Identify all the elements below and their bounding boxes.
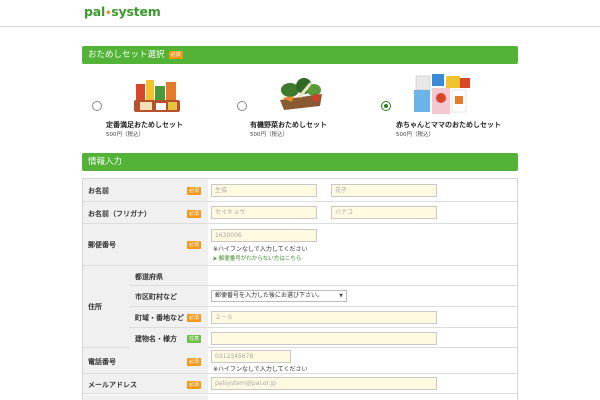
city-row: 市区町村など 郵便番号を入力した後にお選び下さい。 ▼ xyxy=(129,286,517,307)
last-name-input[interactable]: 生協 xyxy=(211,184,317,197)
prefecture-row: 都道府県 xyxy=(129,266,517,286)
info-section-title: 情報入力 xyxy=(88,157,123,167)
first-name-kana-input[interactable]: ハナコ xyxy=(331,206,437,219)
logo-system: system xyxy=(111,4,161,19)
postal-hint: ※ハイフンなしで入力してください xyxy=(213,246,308,253)
address-label: 住所 xyxy=(88,303,102,311)
kana-label: お名前（フリガナ） xyxy=(88,210,151,218)
set-price: 500円（税込） xyxy=(106,132,144,138)
phone-hint: ※ハイフンなしで入力してください xyxy=(213,366,308,373)
set-price: 500円（税込） xyxy=(396,132,434,138)
email-input[interactable]: palsystem@pal.or.jp xyxy=(211,377,437,390)
address-block: 住所 都道府県 市区町村など 郵便番号を入力した後にお選び下さい。 ▼ 町域・番… xyxy=(83,266,517,348)
required-badge: 必須 xyxy=(187,381,202,389)
set-name: 有機野菜おためしセット xyxy=(250,121,327,129)
set-name: 定番満足おためしセット xyxy=(106,121,183,129)
postal-code-input[interactable]: 1630006 xyxy=(211,229,317,242)
kana-label-cell: お名前（フリガナ） 必須 xyxy=(83,202,208,223)
postal-lookup-link[interactable]: ⮞ 郵便番号がわからない方はこちら xyxy=(213,254,301,263)
set-section-title: おためしセット選択 xyxy=(88,50,165,60)
name-label-cell: お名前 必須 xyxy=(83,179,208,201)
required-badge: 必須 xyxy=(187,314,202,322)
name-label: お名前 xyxy=(88,187,109,195)
email-label-cell: メールアドレス 必須 xyxy=(83,374,208,393)
first-name-input[interactable]: 花子 xyxy=(331,184,437,197)
kana-row: お名前（フリガナ） 必須 セイキョウ ハナコ xyxy=(83,202,517,224)
set-radio-standard[interactable] xyxy=(92,101,102,111)
required-badge: 必須 xyxy=(168,51,183,59)
site-header: pal•system xyxy=(0,0,600,27)
arrow-right-icon: ⮞ xyxy=(213,256,217,262)
info-section-header: 情報入力 xyxy=(82,153,518,171)
required-badge: 必須 xyxy=(187,241,202,249)
postal-label-cell: 郵便番号 必須 xyxy=(83,224,208,265)
grocery-products-image xyxy=(134,80,180,112)
next-row-label-cell xyxy=(83,395,208,400)
required-badge: 必須 xyxy=(187,210,202,218)
phone-input[interactable]: 0312345678 xyxy=(211,350,291,363)
street-input[interactable]: ２－６ xyxy=(211,311,437,324)
street-label: 町域・番地など xyxy=(135,314,184,322)
postal-label: 郵便番号 xyxy=(88,241,116,249)
chevron-down-icon: ▼ xyxy=(339,293,343,299)
required-badge: 必須 xyxy=(187,358,202,366)
last-name-kana-input[interactable]: セイキョウ xyxy=(211,206,317,219)
street-row: 町域・番地など 必須 ２－６ xyxy=(129,307,517,328)
phone-label-cell: 電話番号 必須 xyxy=(83,348,208,373)
palsystem-logo[interactable]: pal•system xyxy=(84,4,161,19)
address-label-cell: 住所 xyxy=(83,266,129,347)
postal-row: 郵便番号 必須 1630006 ※ハイフンなしで入力してください ⮞ 郵便番号が… xyxy=(83,224,517,266)
phone-label: 電話番号 xyxy=(88,358,116,366)
email-row: メールアドレス 必須 palsystem@pal.or.jp xyxy=(83,374,517,394)
city-select[interactable]: 郵便番号を入力した後にお選び下さい。 ▼ xyxy=(211,290,347,302)
baby-products-image xyxy=(414,74,470,114)
required-badge: 必須 xyxy=(187,187,202,195)
set-radio-baby[interactable] xyxy=(381,101,391,111)
postal-lookup-text: 郵便番号がわからない方はこちら xyxy=(218,256,302,262)
building-input[interactable] xyxy=(211,332,437,345)
set-price: 500円（税込） xyxy=(250,132,288,138)
info-form: お名前 必須 生協 花子 お名前（フリガナ） 必須 セイキョウ ハナコ 郵便番号… xyxy=(82,178,518,400)
email-label: メールアドレス xyxy=(88,381,137,389)
set-name: 赤ちゃんとママのおためしセット xyxy=(396,121,501,129)
vegetable-basket-image xyxy=(280,78,322,110)
building-row: 建物名・様方 任意 xyxy=(129,328,517,348)
logo-pal: pal xyxy=(84,4,106,19)
set-section-header: おためしセット選択 必須 xyxy=(82,46,518,64)
name-row: お名前 必須 生協 花子 xyxy=(83,179,517,202)
city-select-value: 郵便番号を入力した後にお選び下さい。 xyxy=(215,292,324,299)
city-label: 市区町村など xyxy=(135,293,177,301)
phone-row: 電話番号 必須 0312345678 ※ハイフンなしで入力してください xyxy=(83,348,517,374)
building-label: 建物名・様方 xyxy=(135,335,177,343)
set-radio-organic[interactable] xyxy=(237,101,247,111)
prefecture-label: 都道府県 xyxy=(135,273,163,281)
optional-badge: 任意 xyxy=(187,335,202,343)
